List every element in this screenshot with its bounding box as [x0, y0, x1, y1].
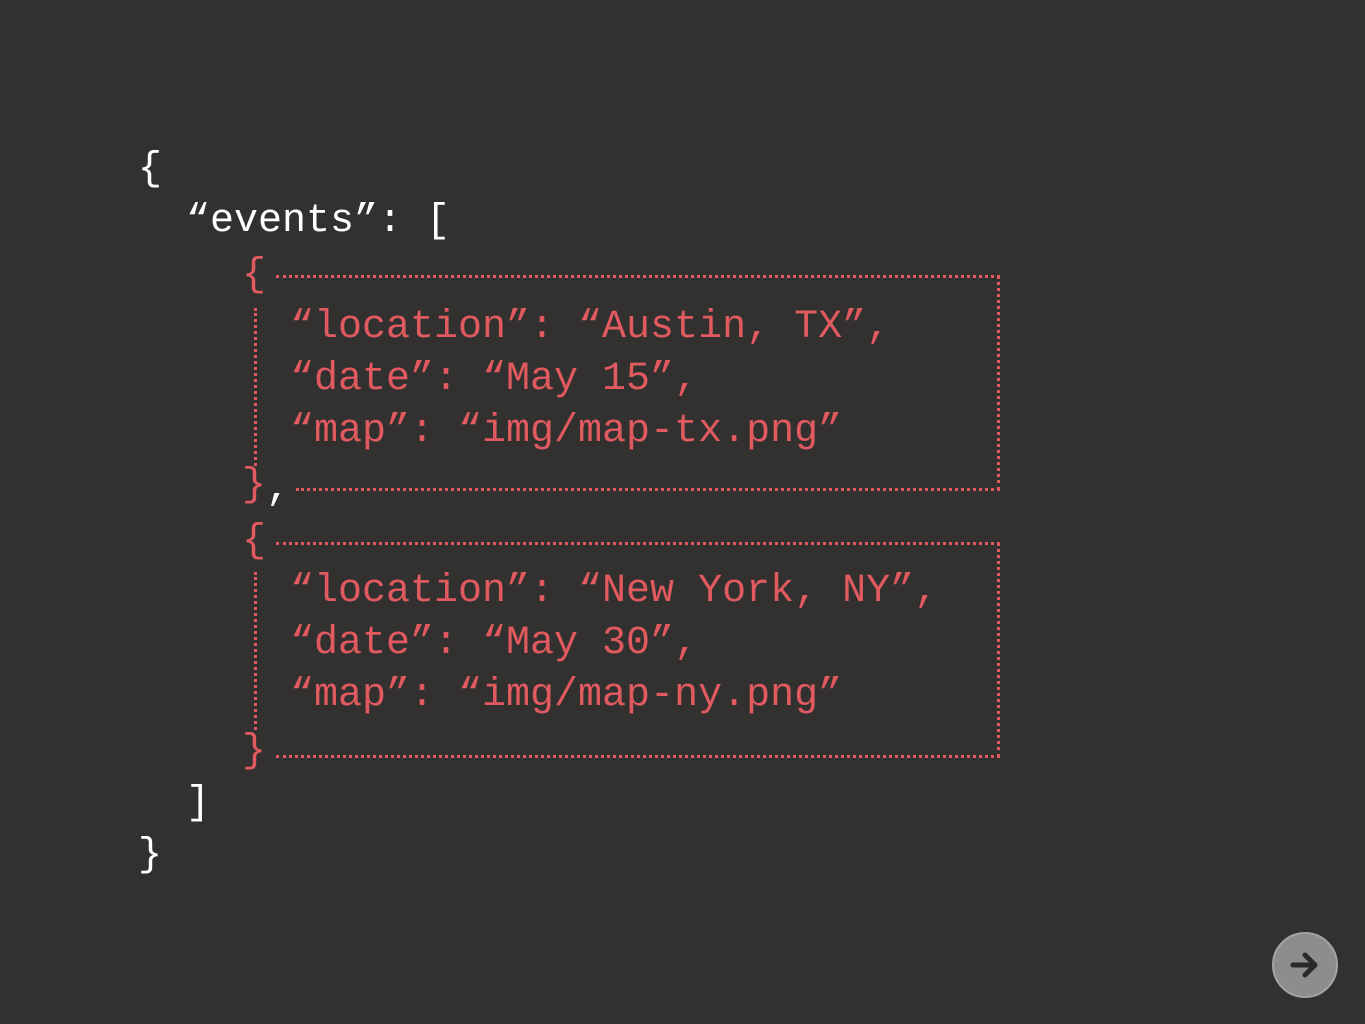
date-line: “date”: “May 15”,	[290, 357, 699, 402]
map-line: “map”: “img/map-tx.png”	[290, 409, 843, 454]
event-open-brace: {	[242, 253, 267, 298]
events-key-line: “events”: [	[186, 199, 451, 244]
date-line: “date”: “May 30”,	[290, 621, 699, 666]
event-frame-top	[276, 275, 1000, 278]
event-frame-left	[254, 308, 257, 466]
close-brace: }	[138, 833, 163, 878]
open-brace: {	[138, 147, 163, 192]
close-bracket: ]	[186, 781, 211, 826]
location-line: “location”: “New York, NY”,	[290, 569, 939, 614]
event-frame-bottom	[296, 488, 1000, 491]
next-slide-button[interactable]	[1272, 932, 1338, 998]
arrow-right-icon	[1290, 952, 1318, 978]
event-frame-top	[276, 542, 1000, 545]
event-separator-comma: ,	[266, 467, 291, 512]
event-close-brace: }	[242, 463, 267, 508]
event-frame-right	[997, 542, 1000, 758]
event-open-brace: {	[242, 519, 267, 564]
code-slide: { “events”: [ { “location”: “Austin, TX”…	[0, 0, 1365, 1024]
location-line: “location”: “Austin, TX”,	[290, 305, 891, 350]
event-close-brace: }	[242, 729, 267, 774]
map-line: “map”: “img/map-ny.png”	[290, 673, 843, 718]
event-frame-left	[254, 572, 257, 730]
event-frame-right	[997, 275, 1000, 491]
event-frame-bottom	[276, 755, 1000, 758]
